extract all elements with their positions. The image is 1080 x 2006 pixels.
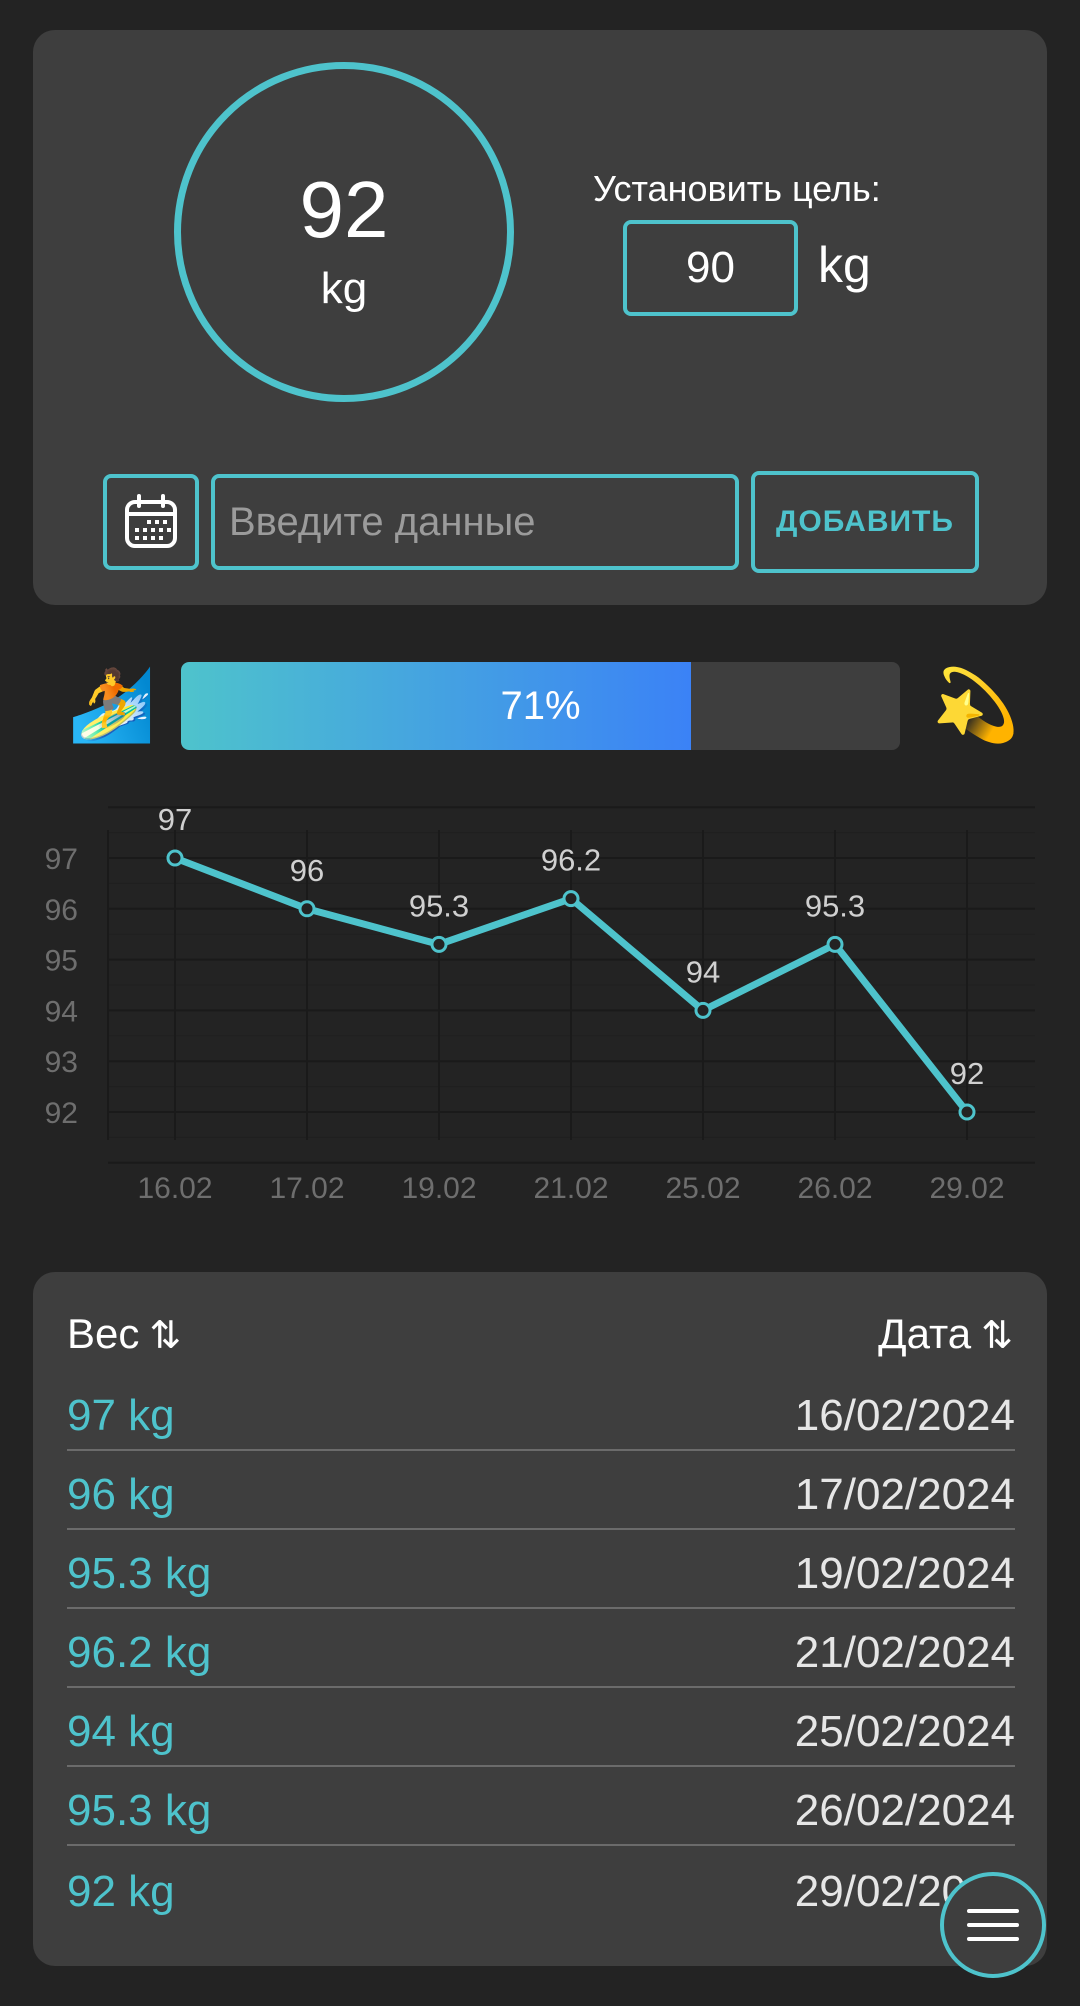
data-label: 96 (290, 853, 324, 888)
weight-entry-input[interactable] (211, 474, 739, 570)
x-tick-label: 19.02 (401, 1172, 476, 1205)
history-row[interactable]: 97 kg 16/02/2024 (67, 1372, 1015, 1451)
row-date: 26/02/2024 (794, 1786, 1015, 1835)
menu-button[interactable] (940, 1872, 1046, 1978)
data-point (694, 1001, 712, 1019)
history-row[interactable]: 96.2 kg 21/02/2024 (67, 1609, 1015, 1688)
date-header-label: Дата (878, 1310, 972, 1357)
row-date: 21/02/2024 (794, 1628, 1015, 1677)
row-date: 17/02/2024 (794, 1470, 1015, 1519)
calendar-button[interactable] (103, 474, 199, 570)
row-weight: 95.3 kg (67, 1786, 212, 1835)
data-point (958, 1103, 976, 1121)
history-row[interactable]: 95.3 kg 19/02/2024 (67, 1530, 1015, 1609)
history-row[interactable]: 95.3 kg 26/02/2024 (67, 1767, 1015, 1846)
end-emoji-icon: 💫 (932, 666, 1020, 744)
add-button[interactable]: ДОБАВИТЬ (751, 471, 979, 573)
x-tick-label: 29.02 (929, 1172, 1004, 1205)
history-row[interactable]: 92 kg 29/02/2024 (67, 1846, 1015, 1925)
row-weight: 97 kg (67, 1391, 175, 1440)
weight-line-chart: 97 96 95 94 93 92 16.02 17.02 19.02 21.02 25.02 26.… (45, 802, 1035, 1205)
data-point (298, 900, 316, 918)
row-weight: 94 kg (67, 1707, 175, 1756)
weight-history-card: Вес ⇅ Дата ⇅ 97 kg 16/02/2024 96 kg 17/02/… (33, 1272, 1047, 1966)
data-label: 95.3 (805, 888, 865, 923)
data-label: 96.2 (541, 843, 601, 878)
y-tick-label: 92 (45, 1097, 78, 1130)
y-tick-label: 96 (45, 894, 78, 927)
row-date: 16/02/2024 (794, 1391, 1015, 1440)
x-tick-label: 21.02 (533, 1172, 608, 1205)
data-label: 92 (950, 1056, 984, 1091)
start-emoji-icon: 🏄 (68, 666, 156, 744)
weight-header-label: Вес (67, 1310, 140, 1357)
x-tick-label: 16.02 (137, 1172, 212, 1205)
weight-summary-card: 92 kg Установить цель: kg ДОБАВИТЬ (33, 30, 1047, 605)
current-weight-ring: 92 kg (174, 62, 514, 402)
data-label: 94 (686, 954, 720, 989)
data-point (562, 890, 580, 908)
data-point (430, 935, 448, 953)
row-weight: 95.3 kg (67, 1549, 212, 1598)
data-point (826, 935, 844, 953)
progress-label: 71% (500, 684, 581, 728)
y-tick-label: 97 (45, 843, 78, 876)
x-tick-label: 25.02 (665, 1172, 740, 1205)
goal-label: Установить цель: (593, 168, 881, 209)
row-date: 25/02/2024 (794, 1707, 1015, 1756)
x-tick-label: 26.02 (797, 1172, 872, 1205)
weight-column-header[interactable]: Вес ⇅ (67, 1310, 181, 1358)
current-weight-value: 92 (299, 165, 389, 254)
history-row[interactable]: 94 kg 25/02/2024 (67, 1688, 1015, 1767)
y-tick-label: 94 (45, 995, 78, 1028)
row-date: 19/02/2024 (794, 1549, 1015, 1598)
row-weight: 92 kg (67, 1867, 175, 1916)
y-tick-label: 95 (45, 945, 78, 978)
date-column-header[interactable]: Дата ⇅ (878, 1310, 1013, 1358)
progress-bar: 71% (181, 662, 900, 750)
calendar-icon (125, 494, 177, 548)
row-weight: 96.2 kg (67, 1628, 212, 1677)
sort-arrows-icon: ⇅ (981, 1315, 1013, 1357)
goal-input[interactable] (623, 220, 798, 316)
data-point (166, 849, 184, 867)
goal-unit: kg (818, 237, 871, 293)
data-label: 97 (158, 802, 192, 837)
hamburger-menu-icon (967, 1909, 1019, 1941)
data-label: 95.3 (409, 888, 469, 923)
row-weight: 96 kg (67, 1470, 175, 1519)
current-weight-unit: kg (320, 264, 368, 313)
y-tick-label: 93 (45, 1046, 78, 1079)
sort-arrows-icon: ⇅ (149, 1315, 182, 1357)
history-row[interactable]: 96 kg 17/02/2024 (67, 1451, 1015, 1530)
x-tick-label: 17.02 (269, 1172, 344, 1205)
